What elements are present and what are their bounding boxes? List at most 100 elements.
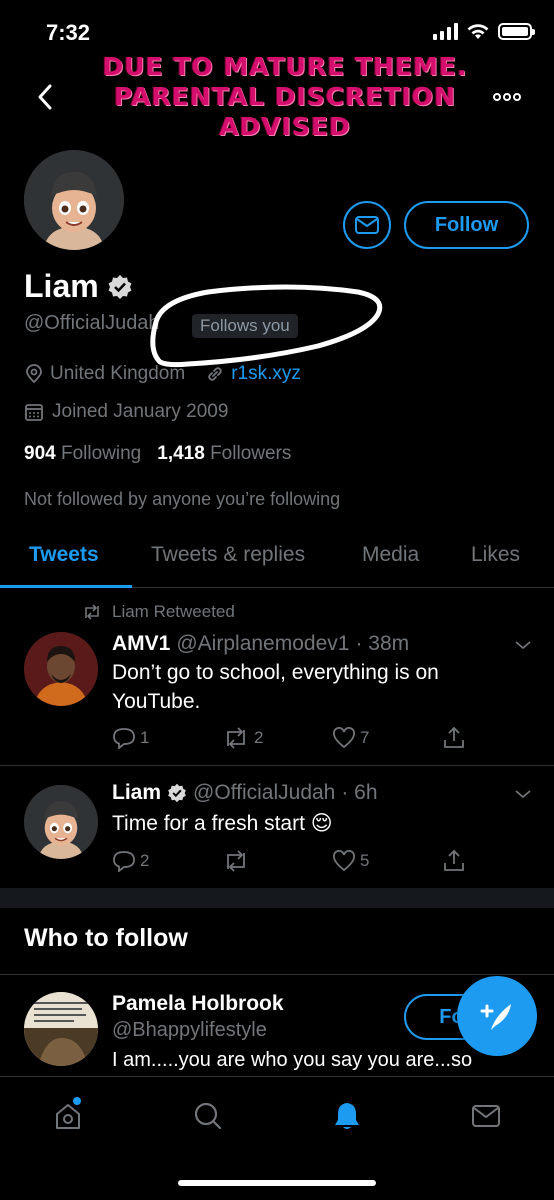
- location-item: United Kingdom: [24, 363, 185, 385]
- message-button[interactable]: [343, 201, 391, 249]
- retweet-action[interactable]: 2: [222, 726, 332, 750]
- like-action[interactable]: 5: [332, 849, 442, 873]
- signal-icon: [433, 22, 458, 40]
- tweet-author-handle: @Airplanemodev1: [176, 632, 350, 655]
- reply-action[interactable]: 2: [112, 849, 222, 873]
- nav-search[interactable]: [191, 1099, 225, 1133]
- section-divider: [0, 888, 554, 908]
- share-action[interactable]: [442, 726, 466, 750]
- tweet-author-name[interactable]: AMV1: [112, 632, 170, 656]
- search-icon: [194, 1102, 222, 1130]
- reply-count: 1: [140, 728, 150, 747]
- warning-line: ADVISED: [219, 112, 351, 141]
- tab-tweets-replies[interactable]: Tweets & replies: [151, 543, 305, 567]
- profile-name-row: Liam: [24, 268, 133, 305]
- nav-home[interactable]: [51, 1097, 85, 1133]
- notification-dot: [73, 1097, 81, 1105]
- retweet-action[interactable]: [222, 849, 332, 873]
- warning-line: DUE TO MATURE THEME.: [102, 52, 468, 81]
- reply-count: 2: [140, 851, 150, 870]
- compose-tweet-button[interactable]: [457, 976, 537, 1056]
- suggested-user-avatar[interactable]: [24, 992, 98, 1066]
- website-item[interactable]: r1sk.xyz: [205, 363, 301, 385]
- following-count: 904: [24, 443, 56, 464]
- followers-count: 1,418: [157, 443, 205, 464]
- notifications-icon: [335, 1103, 359, 1129]
- tweet-text: Time for a fresh start 😌: [112, 812, 333, 835]
- not-followed-notice: Not followed by anyone you’re following: [24, 489, 341, 509]
- share-action[interactable]: [442, 849, 466, 873]
- suggested-user-bio: I am.....you are who you say you are...s…: [112, 1049, 473, 1071]
- tab-tweets[interactable]: Tweets: [29, 543, 99, 567]
- retweet-icon: [85, 604, 99, 620]
- suggested-user-handle: @Bhappylifestyle: [112, 1019, 267, 1041]
- separator: [0, 974, 554, 975]
- compose-feather-icon: [480, 1004, 511, 1030]
- following-label: Following: [60, 443, 142, 464]
- chevron-down-icon[interactable]: [514, 640, 532, 650]
- home-icon: [56, 1104, 80, 1129]
- nav-notifications[interactable]: [330, 1099, 364, 1133]
- messages-icon: [472, 1105, 500, 1127]
- follow-stats: 904 Following 1,418 Followers: [24, 443, 291, 465]
- content-warning-overlay: DUE TO MATURE THEME. PARENTAL DISCRETION…: [70, 52, 500, 142]
- website-link[interactable]: r1sk.xyz: [231, 363, 301, 385]
- tweet-avatar[interactable]: [24, 632, 98, 706]
- suggested-user-photo: [24, 992, 98, 1066]
- retweeted-label: Liam Retweeted: [82, 602, 235, 622]
- tweet-item[interactable]: Liam @OfficialJudah · 6h Time for a fres…: [0, 767, 554, 889]
- tab-media[interactable]: Media: [362, 543, 419, 567]
- tweet-text: Don’t go to school, everything is on You…: [112, 661, 439, 713]
- reply-action[interactable]: 1: [112, 726, 222, 750]
- following-stat[interactable]: 904 Following: [24, 443, 141, 465]
- retweet-count: 2: [254, 728, 264, 747]
- link-icon: [208, 367, 222, 381]
- profile-handle: @OfficialJudah: [24, 312, 160, 334]
- warning-line: PARENTAL DISCRETION: [114, 82, 456, 111]
- joined-row: Joined January 2009: [24, 401, 228, 423]
- follow-button[interactable]: Follow: [404, 201, 529, 249]
- reply-icon: [113, 851, 135, 872]
- tab-likes[interactable]: Likes: [471, 543, 520, 567]
- joined-text: Joined January 2009: [52, 401, 229, 422]
- tweet-author-name[interactable]: Liam: [112, 781, 161, 805]
- location-text: United Kingdom: [50, 363, 186, 384]
- tweet-item[interactable]: Liam Retweeted AMV1 @Airplanemodev1 · 38…: [0, 588, 554, 766]
- calendar-icon: [25, 404, 43, 421]
- heart-icon: [333, 850, 355, 872]
- wifi-icon: [467, 24, 489, 39]
- followers-stat[interactable]: 1,418 Followers: [157, 443, 291, 465]
- status-time: 7:32: [46, 20, 91, 45]
- home-indicator: [178, 1180, 376, 1186]
- status-bar: 7:32: [0, 0, 554, 60]
- tweet-actions: 1 2 7: [112, 726, 492, 750]
- share-icon: [444, 849, 464, 871]
- profile-avatar[interactable]: [24, 150, 124, 250]
- nav-messages[interactable]: [469, 1099, 503, 1133]
- location-pin-icon: [26, 364, 42, 384]
- like-count: 7: [360, 728, 370, 747]
- profile-meta-row: United Kingdom r1sk.xyz: [24, 363, 321, 385]
- memoji-avatar-image: [24, 785, 98, 859]
- share-icon: [444, 726, 464, 748]
- hand-drawn-circle-annotation: [150, 284, 383, 368]
- profile-tabs: Tweets Tweets & replies Media Likes: [0, 530, 554, 588]
- who-to-follow-title: Who to follow: [24, 924, 188, 952]
- followers-label: Followers: [210, 443, 292, 464]
- verified-badge-icon: [168, 783, 186, 803]
- tweet-author-handle: @OfficialJudah: [193, 781, 336, 804]
- retweet-icon: [227, 727, 245, 749]
- chevron-down-icon[interactable]: [514, 789, 532, 799]
- back-arrow-icon[interactable]: [34, 82, 58, 112]
- profile-name: Liam: [24, 268, 99, 304]
- verified-badge-icon: [108, 274, 132, 299]
- user-photo-avatar: [24, 632, 98, 706]
- tweet-header: Liam @OfficialJudah · 6h: [112, 781, 378, 805]
- memoji-avatar-image: [24, 150, 124, 250]
- tweet-time: · 38m: [355, 632, 410, 655]
- suggested-user-name[interactable]: Pamela Holbrook: [112, 992, 284, 1016]
- tweet-avatar[interactable]: [24, 785, 98, 859]
- heart-icon: [333, 727, 355, 749]
- tweet-header: AMV1 @Airplanemodev1 · 38m: [112, 632, 409, 656]
- like-action[interactable]: 7: [332, 726, 442, 750]
